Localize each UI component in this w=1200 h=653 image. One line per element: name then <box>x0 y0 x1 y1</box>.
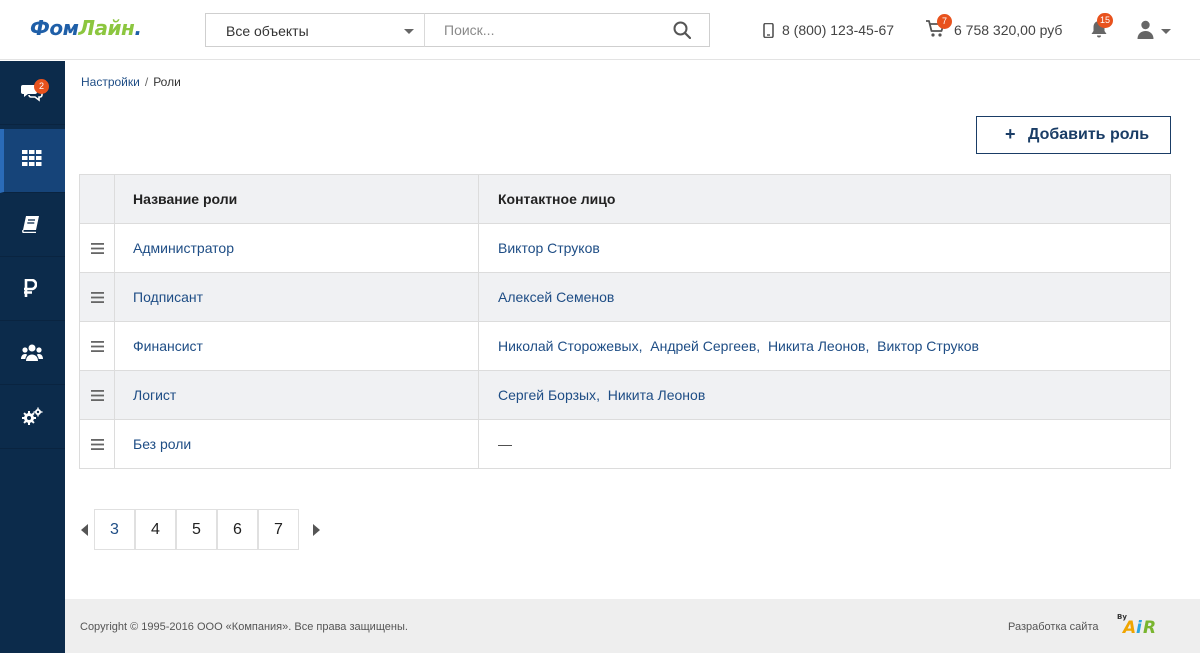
developer-logo-r: R <box>1143 618 1157 638</box>
developer-logo-i: i <box>1136 618 1142 638</box>
breadcrumb-separator: / <box>144 75 149 89</box>
sidebar-item-documents[interactable] <box>0 193 65 257</box>
drag-handle-icon[interactable] <box>90 241 104 257</box>
table-row[interactable]: Логист Сергей Борзых, Никита Леонов <box>79 370 1171 420</box>
drag-handle-icon[interactable] <box>90 388 104 404</box>
ruble-icon <box>23 278 38 302</box>
contact-persons: Алексей Семенов <box>478 272 1171 322</box>
contact-person-link[interactable]: Сергей Борзых <box>498 387 596 403</box>
contact-separator: , <box>865 338 878 354</box>
footer: Copyright © 1995-2016 ООО «Компания». Вс… <box>65 599 1200 653</box>
contact-separator: , <box>638 338 651 354</box>
table-header-row: Название роли Контактное лицо <box>79 174 1171 224</box>
chevron-down-icon <box>1161 29 1171 34</box>
contact-person-link[interactable]: Виктор Струков <box>877 338 979 354</box>
drag-handle-icon[interactable] <box>90 437 104 453</box>
role-name[interactable]: Администратор <box>114 223 479 273</box>
objects-dropdown[interactable]: Все объекты <box>205 13 425 47</box>
sidebar-item-finance[interactable] <box>0 257 65 321</box>
breadcrumb-link-settings[interactable]: Настройки <box>81 75 140 89</box>
notifications[interactable]: 15 <box>1089 13 1114 44</box>
plus-icon: + <box>1005 124 1016 144</box>
cart-total: 6 758 320,00 руб <box>954 22 1063 38</box>
roles-table: Название роли Контактное лицо Администра… <box>79 174 1171 469</box>
site-developer-label: Разработка сайта <box>1008 621 1099 633</box>
sidebar-item-messages[interactable]: 2 <box>0 61 65 125</box>
role-name[interactable]: Финансист <box>114 321 479 371</box>
next-page-arrow-icon[interactable] <box>313 524 320 536</box>
table-row[interactable]: Администратор Виктор Струков <box>79 223 1171 273</box>
contact-person-link[interactable]: Никита Леонов <box>768 338 866 354</box>
user-menu[interactable] <box>1137 20 1171 44</box>
logo[interactable]: ФомЛайн. <box>30 16 142 40</box>
book-icon <box>22 215 40 238</box>
contact-persons: Виктор Струков <box>478 223 1171 273</box>
logo-part-1: Фом <box>30 16 79 40</box>
role-column-header: Название роли <box>114 174 479 224</box>
cart-count-badge: 7 <box>937 14 952 29</box>
contact-persons: Николай Сторожевых, Андрей Сергеев, Ники… <box>478 321 1171 371</box>
drag-handle-cell[interactable] <box>79 321 115 371</box>
contact-separator: , <box>596 387 608 403</box>
drag-handle-cell[interactable] <box>79 419 115 469</box>
users-icon <box>21 344 43 366</box>
contact-person-link[interactable]: Виктор Струков <box>498 240 600 256</box>
page-button-3[interactable]: 3 <box>94 509 135 550</box>
gears-icon <box>21 407 43 432</box>
contact-persons: — <box>478 419 1171 469</box>
user-icon <box>1137 20 1154 43</box>
page-button-5[interactable]: 5 <box>176 509 217 550</box>
table-row[interactable]: Без роли — <box>79 419 1171 469</box>
objects-dropdown-value: Все объекты <box>226 23 309 39</box>
empty-contact: — <box>498 436 512 452</box>
sidebar-item-catalog[interactable] <box>0 129 65 193</box>
drag-handle-icon[interactable] <box>90 339 104 355</box>
drag-handle-cell[interactable] <box>79 370 115 420</box>
sidebar: 2 <box>0 61 65 653</box>
handle-column-header <box>79 174 115 224</box>
logo-part-2: Лайн <box>78 16 135 40</box>
add-role-label: Добавить роль <box>1028 126 1150 143</box>
page-button-7[interactable]: 7 <box>258 509 299 550</box>
drag-handle-icon[interactable] <box>90 290 104 306</box>
bell-icon <box>1089 21 1109 43</box>
search-box <box>424 13 710 47</box>
contact-person-link[interactable]: Николай Сторожевых <box>498 338 639 354</box>
grid-icon <box>22 150 42 171</box>
notifications-count-badge: 15 <box>1097 13 1114 28</box>
drag-handle-cell[interactable] <box>79 272 115 322</box>
contact-persons: Сергей Борзых, Никита Леонов <box>478 370 1171 420</box>
page-button-6[interactable]: 6 <box>217 509 258 550</box>
contact-person-link[interactable]: Алексей Семенов <box>498 289 614 305</box>
contact-column-header: Контактное лицо <box>478 174 1171 224</box>
page-button-4[interactable]: 4 <box>135 509 176 550</box>
copyright-text: Copyright © 1995-2016 ООО «Компания». Вс… <box>80 621 408 633</box>
search-input[interactable] <box>425 14 665 46</box>
phone-number: 8 (800) 123-45-67 <box>782 22 895 38</box>
sidebar-item-users[interactable] <box>0 321 65 385</box>
drag-handle-cell[interactable] <box>79 223 115 273</box>
breadcrumb-current: Роли <box>153 75 181 89</box>
search-icon[interactable] <box>673 21 692 44</box>
messages-count-badge: 2 <box>34 79 49 94</box>
contact-person-link[interactable]: Никита Леонов <box>608 387 706 403</box>
developer-logo-a: A <box>1123 618 1137 638</box>
contact-person-link[interactable]: Андрей Сергеев <box>650 338 756 354</box>
contact-separator: , <box>756 338 768 354</box>
role-name[interactable]: Логист <box>114 370 479 420</box>
table-row[interactable]: Финансист Николай Сторожевых, Андрей Серг… <box>79 321 1171 371</box>
table-row[interactable]: Подписант Алексей Семенов <box>79 272 1171 322</box>
sidebar-item-settings[interactable] <box>0 385 65 449</box>
role-name[interactable]: Подписант <box>114 272 479 322</box>
cart[interactable]: 7 6 758 320,00 руб <box>925 14 1062 43</box>
breadcrumb: Настройки / Роли <box>81 75 181 89</box>
phone-icon <box>763 22 774 41</box>
chevron-down-icon <box>404 29 414 34</box>
role-name[interactable]: Без роли <box>114 419 479 469</box>
prev-page-arrow-icon[interactable] <box>81 524 88 536</box>
add-role-button[interactable]: + Добавить роль <box>976 116 1171 154</box>
top-header: ФомЛайн. Все объекты 8 (800) 123-45-67 7… <box>0 0 1200 60</box>
logo-part-3: . <box>134 16 142 40</box>
